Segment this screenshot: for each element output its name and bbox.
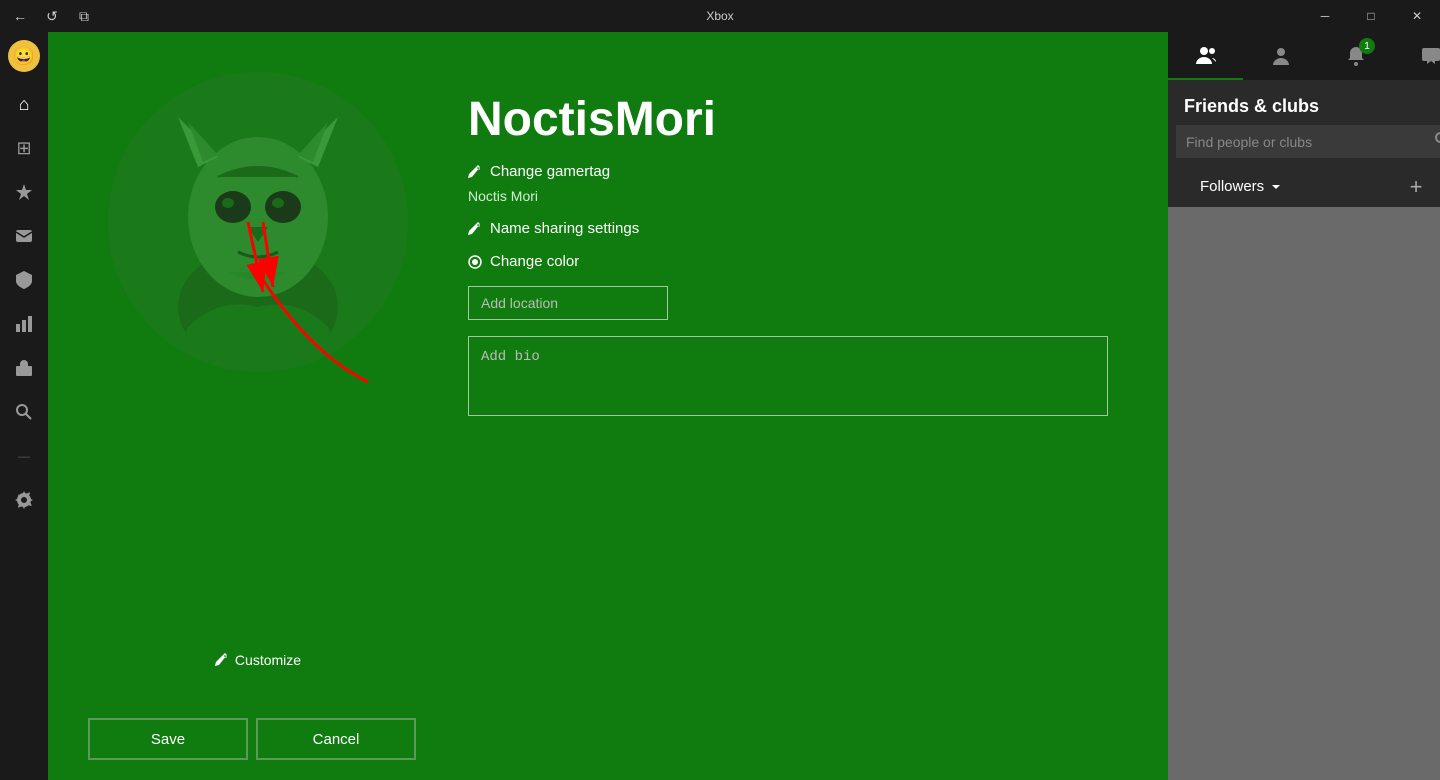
- right-sidebar-tabs: 1: [1168, 32, 1440, 80]
- followers-label: Followers: [1200, 178, 1264, 195]
- avatar-section: Customize: [108, 72, 408, 658]
- real-name-display: Noctis Mori: [468, 188, 1108, 204]
- tab-notifications[interactable]: 1: [1318, 32, 1393, 80]
- sidebar-item-safety[interactable]: [4, 260, 44, 300]
- sidebar-item-stats[interactable]: [4, 304, 44, 344]
- app-container: 😀 ⌂ ⊞ —: [0, 32, 1440, 780]
- sidebar-item-store[interactable]: [4, 348, 44, 388]
- titlebar: ← ↺ ⧉ Xbox ─ □ ✕: [0, 0, 1440, 32]
- tab-party[interactable]: [1243, 32, 1318, 80]
- tab-chat[interactable]: [1393, 32, 1440, 80]
- titlebar-left: ← ↺ ⧉: [0, 4, 96, 28]
- profile-area: Customize NoctisMori Change gamertag Noc…: [48, 32, 1168, 698]
- right-sidebar: 1 Friends & clubs Followers + + +: [1168, 32, 1440, 780]
- notification-badge: 1: [1359, 38, 1375, 54]
- profile-info: NoctisMori Change gamertag Noctis Mori N…: [468, 72, 1108, 658]
- friends-clubs-header: Friends & clubs: [1168, 80, 1440, 125]
- location-input[interactable]: [468, 286, 668, 320]
- sidebar-item-divider: —: [4, 436, 44, 476]
- back-button[interactable]: ←: [8, 4, 32, 28]
- followers-list-area: + + + +: [1168, 207, 1440, 780]
- customize-button[interactable]: Customize: [215, 652, 301, 668]
- minimize-button[interactable]: ─: [1302, 0, 1348, 32]
- followers-toggle[interactable]: Followers: [1184, 170, 1298, 203]
- name-sharing-action[interactable]: Name sharing settings: [468, 220, 1108, 237]
- change-gamertag-action[interactable]: Change gamertag: [468, 163, 1108, 180]
- restore-button[interactable]: □: [1348, 0, 1394, 32]
- bio-input[interactable]: [468, 336, 1108, 416]
- search-bar: [1176, 125, 1440, 158]
- bottom-buttons: Save Cancel: [48, 698, 1168, 780]
- cancel-button[interactable]: Cancel: [256, 718, 416, 760]
- gamertag-display: NoctisMori: [468, 92, 1108, 147]
- refresh-button[interactable]: ↺: [40, 4, 64, 28]
- main-content: Customize NoctisMori Change gamertag Noc…: [48, 32, 1168, 780]
- search-input[interactable]: [1186, 134, 1426, 150]
- change-color-action[interactable]: Change color: [468, 253, 1108, 270]
- sidebar-item-home[interactable]: ⌂: [4, 84, 44, 124]
- app-title: Xbox: [706, 9, 733, 23]
- save-button[interactable]: Save: [88, 718, 248, 760]
- capture-button[interactable]: ⧉: [72, 4, 96, 28]
- sidebar-item-settings[interactable]: [4, 480, 44, 520]
- close-button[interactable]: ✕: [1394, 0, 1440, 32]
- sidebar-item-achievements[interactable]: [4, 172, 44, 212]
- left-sidebar: 😀 ⌂ ⊞ —: [0, 32, 48, 780]
- add-follower-button[interactable]: +: [1400, 171, 1432, 203]
- sidebar-item-search[interactable]: [4, 392, 44, 432]
- avatar[interactable]: 😀: [8, 40, 40, 72]
- tab-friends[interactable]: [1168, 32, 1243, 80]
- window-controls: ─ □ ✕: [1302, 0, 1440, 32]
- avatar-mask-svg: [138, 87, 378, 357]
- sidebar-item-games[interactable]: ⊞: [4, 128, 44, 168]
- search-icon[interactable]: [1434, 131, 1440, 152]
- followers-section-header: Followers +: [1168, 166, 1440, 207]
- avatar-circle: [108, 72, 408, 372]
- sidebar-item-messages[interactable]: [4, 216, 44, 256]
